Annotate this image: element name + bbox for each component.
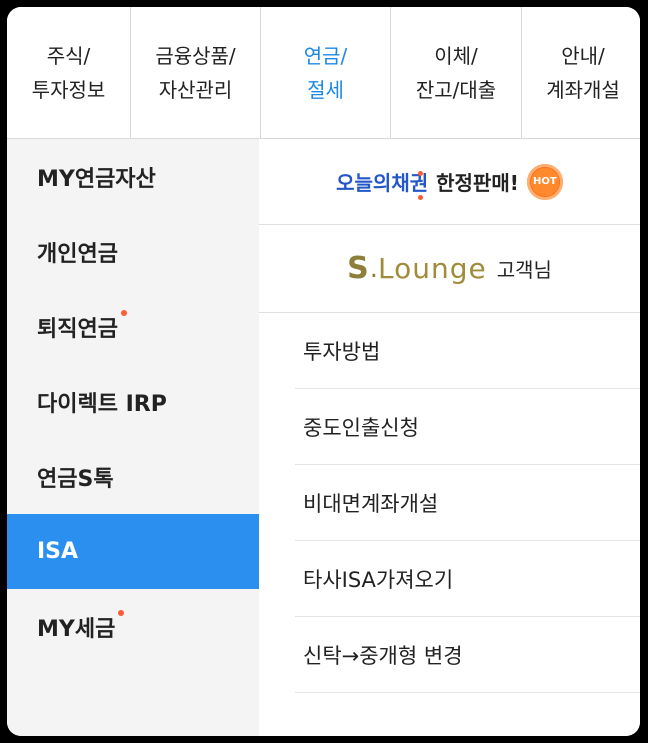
sidebar-item-personal-pension[interactable]: 개인연금 xyxy=(7,214,259,289)
tab-pension[interactable]: 연금/ 절세 xyxy=(261,7,391,138)
sidebar-item-retirement-pension[interactable]: 퇴직연금 xyxy=(7,289,259,364)
s-lounge-logo-dot: . xyxy=(369,253,378,284)
sidebar-item-label: 개인연금 xyxy=(37,241,118,267)
tab-label-line1: 연금/ xyxy=(303,43,348,68)
tab-label-line1: 주식/ xyxy=(46,43,91,68)
tab-label-line1: 안내/ xyxy=(561,43,605,68)
sidebar-item-label: MY연금자산 xyxy=(37,166,156,192)
isa-menu-list: 투자방법 중도인출신청 비대면계좌개설 타사ISA가져오기 신탁→중개형 변경 xyxy=(259,313,640,693)
new-dot-icon xyxy=(118,609,125,616)
new-dot-icon xyxy=(120,309,127,316)
sidebar-item-label: 퇴직연금 xyxy=(37,316,118,342)
content-panel: 오늘의채권 한정판매! HOT S . Lounge 고객님 투자방법 중도인출… xyxy=(259,139,640,736)
tab-financial-products[interactable]: 금융상품/ 자산관리 xyxy=(131,7,261,138)
tab-label-line2: 자산관리 xyxy=(158,77,233,102)
tab-label-line2: 잔고/대출 xyxy=(415,77,497,102)
sidebar-item-label: 다이렉트 IRP xyxy=(37,391,167,417)
promo-text: 한정판매! xyxy=(436,171,519,195)
sidebar-item-label: 연금S톡 xyxy=(37,466,114,492)
sidebar-item-my-tax[interactable]: MY세금 xyxy=(7,589,259,664)
app-frame: 주식/ 투자정보 금융상품/ 자산관리 연금/ 절세 이체/ 잔고/대출 안내/… xyxy=(7,7,640,736)
s-lounge-logo-s: S xyxy=(347,251,370,286)
tab-label-line1: 금융상품/ xyxy=(155,43,236,68)
sidebar-item-isa[interactable]: ISA xyxy=(7,514,259,589)
hot-badge-icon: HOT xyxy=(526,163,563,200)
sidebar-item-direct-irp[interactable]: 다이렉트 IRP xyxy=(7,364,259,439)
tab-guide[interactable]: 안내/ 계좌개설 xyxy=(522,7,640,138)
bond-promo-banner[interactable]: 오늘의채권 한정판매! HOT xyxy=(259,139,640,225)
s-lounge-suffix: 고객님 xyxy=(496,258,552,282)
sidebar-item-my-pension[interactable]: MY연금자산 xyxy=(7,139,259,214)
s-lounge-banner[interactable]: S . Lounge 고객님 xyxy=(259,225,640,313)
sidebar-item-label: ISA xyxy=(37,539,79,564)
s-lounge-logo-word: Lounge xyxy=(377,252,487,285)
menu-item-isa-transfer-in[interactable]: 타사ISA가져오기 xyxy=(295,541,640,617)
emphasis-dots-icon xyxy=(418,157,441,205)
menu-item-label: 비대면계좌개설 xyxy=(303,491,439,516)
menu-item-label: 타사ISA가져오기 xyxy=(303,567,454,592)
tab-label-line2: 투자정보 xyxy=(31,77,106,102)
tab-transfer[interactable]: 이체/ 잔고/대출 xyxy=(391,7,522,138)
menu-item-investment-method[interactable]: 투자방법 xyxy=(295,313,640,389)
menu-item-label: 중도인출신청 xyxy=(303,415,419,440)
top-tab-bar: 주식/ 투자정보 금융상품/ 자산관리 연금/ 절세 이체/ 잔고/대출 안내/… xyxy=(7,7,640,139)
menu-item-label: 신탁→중개형 변경 xyxy=(303,643,463,668)
promo-highlight: 오늘의채권 xyxy=(336,167,429,200)
menu-item-trust-to-brokerage[interactable]: 신탁→중개형 변경 xyxy=(295,617,640,693)
menu-item-withdrawal-request[interactable]: 중도인출신청 xyxy=(295,389,640,465)
sidebar-item-label: MY세금 xyxy=(37,616,116,642)
promo-highlight-text: 오늘의채권 xyxy=(336,171,429,195)
tab-stocks[interactable]: 주식/ 투자정보 xyxy=(7,7,131,138)
tab-label-line2: 절세 xyxy=(307,77,344,102)
menu-item-remote-account-opening[interactable]: 비대면계좌개설 xyxy=(295,465,640,541)
sidebar-item-pension-stalk[interactable]: 연금S톡 xyxy=(7,439,259,514)
sidebar: MY연금자산 개인연금 퇴직연금 다이렉트 IRP 연금S톡 ISA MY세금 xyxy=(7,139,259,736)
menu-item-label: 투자방법 xyxy=(303,339,381,364)
tab-label-line1: 이체/ xyxy=(434,43,478,68)
tab-label-line2: 계좌개설 xyxy=(546,77,620,102)
